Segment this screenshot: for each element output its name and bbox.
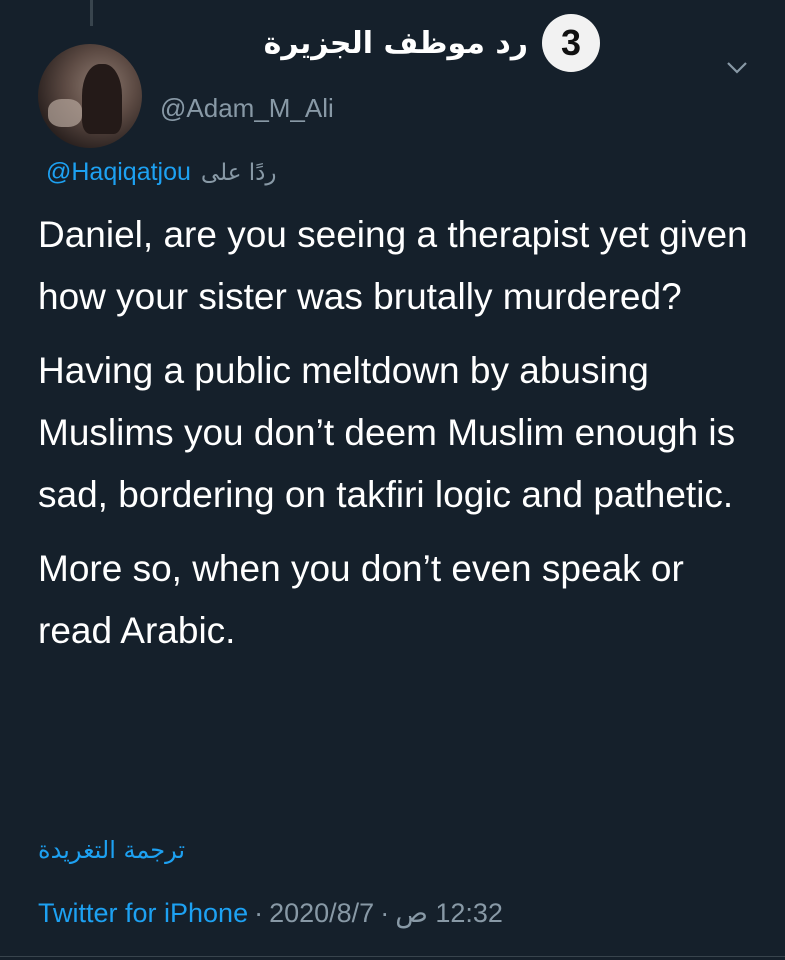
divider (0, 956, 785, 957)
reply-label: ردًا على (200, 160, 277, 186)
replying-to: @Haqiqatjou ردًا على (46, 158, 276, 187)
tweet-date: 2020/8/7 (269, 898, 375, 928)
overlay-caption: رد موظف الجزيرة 3 (260, 14, 600, 72)
tweet-paragraph: Having a public meltdown by abusing Musl… (38, 350, 736, 515)
overlay-number-badge: 3 (542, 14, 600, 72)
avatar[interactable] (38, 44, 142, 148)
meta-separator: · (380, 898, 390, 928)
chevron-down-icon[interactable] (726, 60, 748, 76)
reply-mention-link[interactable]: @Haqiqatjou (46, 158, 191, 187)
translate-tweet-link[interactable]: ترجمة التغريدة (38, 836, 185, 864)
user-handle[interactable]: @Adam_M_Ali (160, 93, 334, 124)
tweet-meta: Twitter for iPhone · 2020/8/7 · 12:32 ص (38, 898, 503, 929)
thread-connector-line (90, 0, 93, 26)
overlay-title: رد موظف الجزيرة (263, 25, 528, 61)
tweet-paragraph: More so, when you don’t even speak or re… (38, 548, 684, 651)
tweet-text: Daniel, are you seeing a therapist yet g… (38, 204, 758, 674)
tweet-time: 12:32 ص (395, 898, 503, 928)
source-link[interactable]: Twitter for iPhone (38, 898, 248, 929)
tweet-paragraph: Daniel, are you seeing a therapist yet g… (38, 214, 748, 317)
meta-separator: · (254, 898, 264, 928)
